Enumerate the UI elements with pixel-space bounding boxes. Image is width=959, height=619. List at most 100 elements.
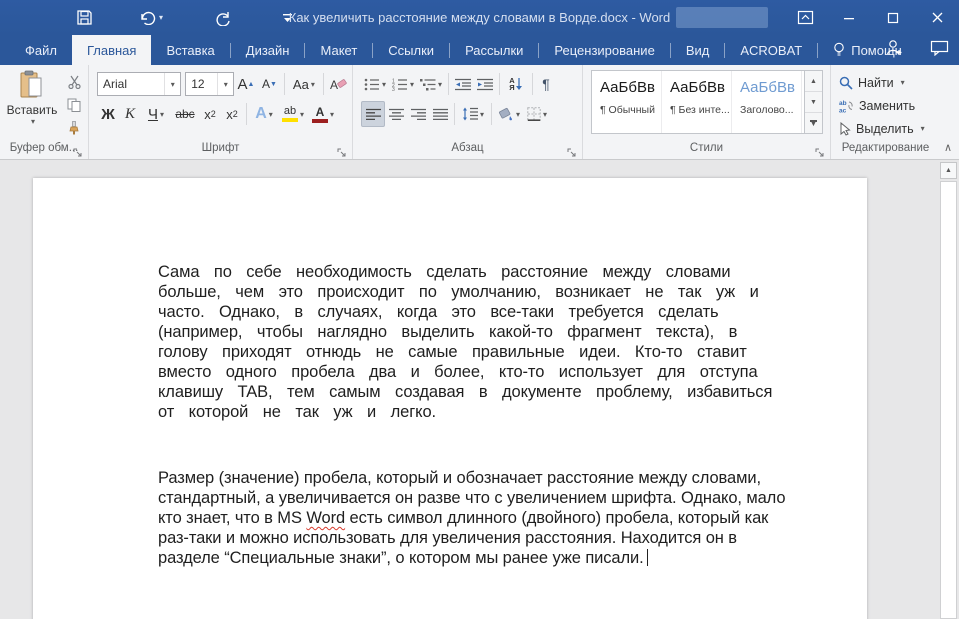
copy-button[interactable] [62,94,86,115]
text-line[interactable]: (например, чтобы наглядно выделить какой… [158,322,858,342]
text-line[interactable]: раз-таки и можно использовать для увелич… [158,528,858,548]
text-line[interactable]: клавишу TAB, тем самым создавая в докуме… [158,382,858,402]
clear-formatting-button[interactable]: А [327,72,352,96]
maximize-button[interactable] [871,0,915,35]
quick-access-toolbar: ▾ [70,6,299,30]
tab-view[interactable]: Вид [671,35,725,65]
styles-more-icon[interactable]: ▼ [805,113,822,133]
change-case-button[interactable]: Аа ▾ [288,72,319,96]
text-line[interactable]: Размер (значение) пробела, который и обо… [158,468,858,488]
comment-icon[interactable] [930,40,949,61]
superscript-button[interactable]: x2 [221,102,243,126]
close-button[interactable] [915,0,959,35]
cut-button[interactable] [62,71,86,92]
paragraph-dialog-launcher-icon[interactable] [567,145,579,157]
multilevel-list-button[interactable]: ▾ [417,72,445,96]
tab-review[interactable]: Рецензирование [539,35,669,65]
text-line[interactable]: больше, чем это происходит по умолчанию,… [158,282,858,302]
style-item[interactable]: АаБбВв ¶ Без инте... [662,71,732,133]
paragraph-group-label: Абзац [451,142,484,154]
document-text: Сама по себе необходимость сделать расст… [158,262,858,568]
subscript-button[interactable]: x2 [199,102,221,126]
font-name-combobox[interactable]: Arial ▾ [97,72,182,96]
styles-scroll-up-icon[interactable]: ▲ [805,71,822,92]
text-segment: часто. Однако, в случаях, когда это все-… [158,303,719,321]
paragraph-2[interactable]: Размер (значение) пробела, который и обо… [158,468,858,568]
borders-button[interactable]: ▾ [523,102,551,126]
highlight-color-button[interactable]: ab ▾ [278,102,308,126]
text-line[interactable]: Сама по себе необходимость сделать расст… [158,262,858,282]
clipboard-dialog-launcher-icon[interactable] [73,145,85,157]
shading-button[interactable]: ▾ [495,102,523,126]
tab-insert[interactable]: Вставка [151,35,229,65]
undo-dropdown-icon[interactable]: ▾ [159,13,163,22]
minimize-button[interactable] [827,0,871,35]
italic-button[interactable]: К [119,102,141,126]
increase-indent-button[interactable] [474,72,496,96]
decrease-indent-button[interactable] [452,72,474,96]
customize-quick-access-icon[interactable] [276,6,299,30]
align-center-button[interactable] [385,102,407,126]
text-segment: Размер (значение) пробела, который и обо… [158,469,761,487]
tab-home[interactable]: Главная [71,35,152,65]
undo-button[interactable]: ▾ [133,6,169,30]
paste-dropdown-icon[interactable]: ▾ [31,117,35,126]
shrink-font-button[interactable]: А ▼ [258,72,282,96]
paste-button[interactable]: Вставить ▾ [4,70,60,138]
tab-acrobat[interactable]: ACROBAT [725,35,817,65]
sign-in-user-icon[interactable] [884,39,904,61]
underline-button[interactable]: Ч ▾ [141,102,171,126]
font-dialog-launcher-icon[interactable] [337,145,349,157]
justify-button[interactable] [429,102,451,126]
line-spacing-button[interactable]: ▾ [458,102,488,126]
font-size-dropdown-icon[interactable]: ▾ [217,73,233,95]
redo-button[interactable] [209,6,238,30]
collapse-ribbon-icon[interactable]: ∧ [944,141,952,154]
styles-scroll-down-icon[interactable]: ▼ [805,92,822,113]
find-button[interactable]: Найти ▾ [839,72,940,93]
document-page[interactable]: Сама по себе необходимость сделать расст… [33,178,867,619]
scrollbar-thumb[interactable] [940,181,957,619]
text-effects-button[interactable]: А ▾ [250,102,278,126]
text-line[interactable]: голову приходят отнюдь не самые правильн… [158,342,858,362]
bullets-button[interactable]: ▾ [361,72,389,96]
misspelled-word: Word [306,509,346,527]
tab-layout[interactable]: Макет [305,35,372,65]
text-line[interactable]: стандартный, а увеличивается он разве чт… [158,488,858,508]
paragraph-1[interactable]: Сама по себе необходимость сделать расст… [158,262,858,422]
editing-group: Найти ▾ ab ac Заменить Выделить ▾ Редактиро… [830,65,940,159]
tab-references[interactable]: Ссылки [373,35,449,65]
select-button[interactable]: Выделить ▾ [839,118,940,139]
bold-button[interactable]: Ж [97,102,119,126]
vertical-scrollbar[interactable]: ▲ [937,160,959,619]
text-line[interactable]: вместо одного пробела два и более, кто-т… [158,362,858,382]
tab-design[interactable]: Дизайн [231,35,305,65]
format-painter-button[interactable] [62,117,86,138]
align-left-button[interactable] [361,101,385,127]
sort-button[interactable]: АЯ [503,72,529,96]
font-color-button[interactable]: А ▾ [308,102,338,126]
text-line[interactable]: от которой не так уж и легко. [158,402,858,422]
style-item[interactable]: АаБбВв Заголово... [732,71,802,133]
replace-button[interactable]: ab ac Заменить [839,95,940,116]
text-segment: (например, чтобы наглядно выделить какой… [158,323,738,341]
ribbon-display-options-button[interactable] [783,0,827,35]
save-icon[interactable] [70,6,99,30]
strikethrough-button[interactable]: abc [171,102,199,126]
font-name-dropdown-icon[interactable]: ▾ [164,73,180,95]
tab-file[interactable]: Файл [10,35,72,65]
text-line[interactable]: разделе “Специальные знаки”, о котором м… [158,548,858,568]
align-right-button[interactable] [407,102,429,126]
numbering-button[interactable]: 1 2 3 ▾ [389,72,417,96]
text-line[interactable]: кто знает, что в MS Word есть символ дли… [158,508,858,528]
scroll-up-icon[interactable]: ▲ [940,162,957,179]
grow-font-button[interactable]: А ▲ [234,72,258,96]
font-size-combobox[interactable]: 12 ▾ [185,72,235,96]
show-paragraph-marks-button[interactable]: ¶ [536,72,556,96]
text-line[interactable]: часто. Однако, в случаях, когда это все-… [158,302,858,322]
style-item[interactable]: АаБбВв ¶ Обычный [592,71,662,133]
styles-dialog-launcher-icon[interactable] [815,145,827,157]
tab-mailings[interactable]: Рассылки [450,35,538,65]
paste-label: Вставить [6,103,58,117]
style-name: ¶ Обычный [600,104,655,116]
